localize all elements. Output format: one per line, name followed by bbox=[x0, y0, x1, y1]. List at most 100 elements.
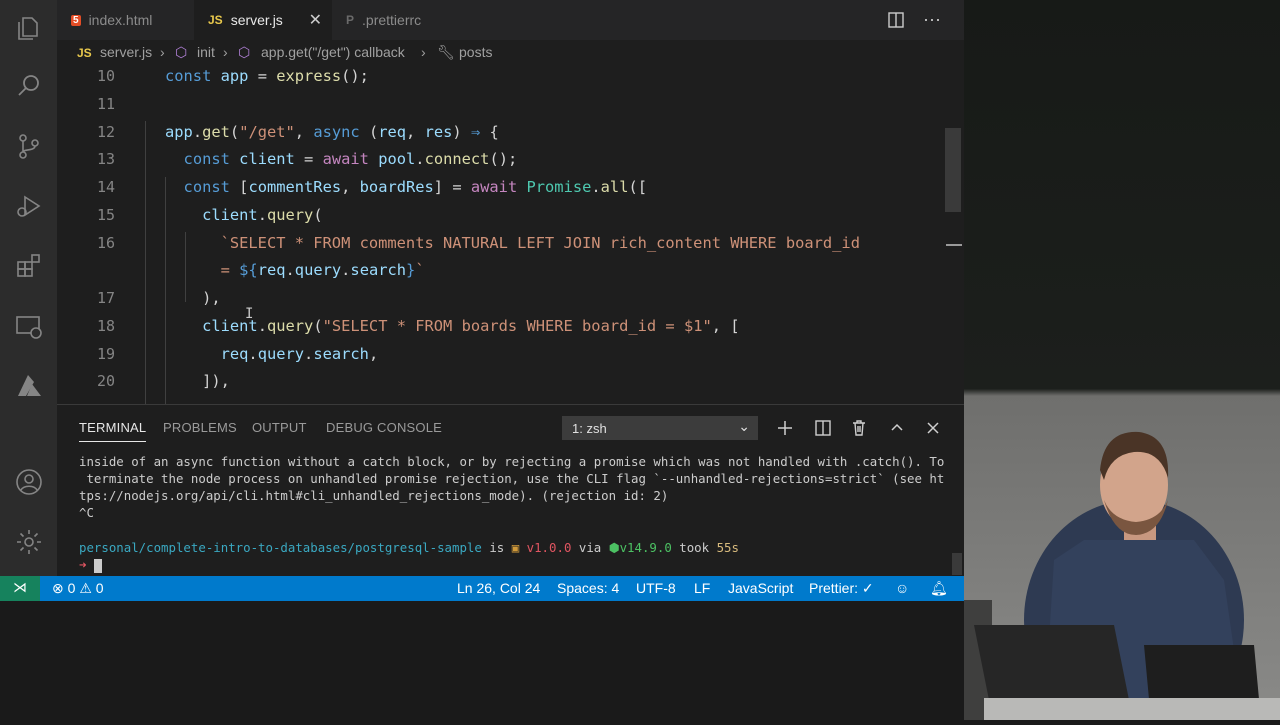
html-file-icon: 5 bbox=[71, 14, 81, 26]
split-editor-icon[interactable] bbox=[887, 11, 905, 29]
close-tab-icon[interactable]: ✕ bbox=[309, 10, 322, 30]
editor-tab-bar: 5 index.html JS server.js ✕ P .prettierr… bbox=[57, 0, 964, 40]
line-number: 16 bbox=[96, 233, 115, 252]
split-terminal-icon[interactable] bbox=[814, 419, 832, 437]
breadcrumb: JS server.js › ⬡ init › ⬡ app.get("/get"… bbox=[57, 40, 964, 66]
status-bar: ⋊ ⊗ 0 ⚠ 0 Ln 26, Col 24 Spaces: 4 UTF-8 … bbox=[0, 576, 964, 601]
tab-terminal[interactable]: TERMINAL bbox=[79, 420, 147, 442]
code-editor[interactable]: 10 const app = express(); 11 12 app.get("/ge… bbox=[57, 66, 964, 404]
package-icon: ▣ bbox=[511, 540, 520, 555]
tab-prettierrc[interactable]: P .prettierrc bbox=[332, 0, 472, 40]
chevron-right-icon: › bbox=[160, 44, 165, 60]
prompt-node-version: v14.9.0 bbox=[619, 540, 672, 555]
extensions-icon[interactable] bbox=[13, 250, 45, 282]
indentation[interactable]: Spaces: 4 bbox=[557, 580, 619, 596]
code-line[interactable]: ), bbox=[165, 289, 221, 307]
js-file-icon: JS bbox=[77, 46, 92, 60]
chevron-right-icon: › bbox=[421, 44, 426, 60]
breadcrumb-posts[interactable]: posts bbox=[459, 44, 492, 60]
indent-guide bbox=[145, 121, 146, 404]
tab-server-js[interactable]: JS server.js ✕ bbox=[194, 0, 332, 40]
code-line[interactable]: const [commentRes, boardRes] = await Pro… bbox=[165, 178, 647, 196]
scrollbar-marker bbox=[946, 244, 962, 246]
editor-scrollbar[interactable] bbox=[945, 128, 961, 212]
terminal-select-value: 1: zsh bbox=[572, 420, 607, 436]
activity-bar bbox=[0, 0, 57, 576]
code-line[interactable]: app.get("/get", async (req, res) ⇒ { bbox=[165, 123, 499, 141]
tab-problems[interactable]: PROBLEMS bbox=[163, 420, 237, 435]
terminal-line: terminate the node process on unhandled … bbox=[79, 471, 945, 486]
cursor-position[interactable]: Ln 26, Col 24 bbox=[457, 580, 540, 596]
symbol-method-icon: ⬡ bbox=[238, 44, 251, 60]
code-line[interactable]: req.query.search, bbox=[165, 345, 379, 363]
terminal-select[interactable]: 1: zsh ⌄ bbox=[562, 416, 758, 440]
breadcrumb-init[interactable]: init bbox=[197, 44, 215, 60]
account-icon[interactable] bbox=[13, 466, 45, 498]
prompt-time: 55s bbox=[716, 540, 739, 555]
error-icon: ⊗ bbox=[52, 580, 64, 596]
feedback-icon[interactable]: ☺ bbox=[895, 580, 909, 596]
tab-index-html[interactable]: 5 index.html bbox=[57, 0, 194, 40]
trash-icon[interactable] bbox=[850, 419, 868, 437]
problems-indicator[interactable]: ⊗ 0 ⚠ 0 bbox=[52, 580, 104, 597]
more-actions-icon[interactable]: ··· bbox=[923, 9, 941, 30]
search-icon[interactable] bbox=[13, 70, 45, 102]
breadcrumb-callback[interactable]: app.get("/get") callback bbox=[261, 44, 405, 60]
line-number: 13 bbox=[96, 150, 115, 169]
prettier-status[interactable]: Prettier: ✓ bbox=[809, 580, 874, 597]
symbol-method-icon: ⬡ bbox=[175, 44, 188, 60]
bottom-panel: TERMINAL PROBLEMS OUTPUT DEBUG CONSOLE 1… bbox=[57, 404, 964, 577]
notifications-bell-icon[interactable]: 🔔︎ bbox=[930, 580, 948, 597]
close-panel-icon[interactable] bbox=[924, 419, 942, 437]
chevron-down-icon: ⌄ bbox=[738, 418, 750, 434]
code-line[interactable]: client.query( bbox=[165, 206, 323, 224]
prompt-arrow-icon: ➜ bbox=[79, 557, 87, 572]
chevron-up-icon[interactable] bbox=[888, 419, 906, 437]
settings-gear-icon[interactable] bbox=[13, 526, 45, 558]
remote-icon: ⋊ bbox=[13, 579, 27, 595]
tab-debug-console[interactable]: DEBUG CONSOLE bbox=[326, 420, 442, 435]
js-file-icon: JS bbox=[208, 13, 223, 27]
language-mode[interactable]: JavaScript bbox=[728, 580, 793, 596]
tab-label: server.js bbox=[230, 12, 283, 28]
code-line[interactable]: `SELECT * FROM comments NATURAL LEFT JOI… bbox=[165, 234, 860, 252]
explorer-icon[interactable] bbox=[13, 10, 45, 42]
code-line[interactable]: ]), bbox=[165, 372, 230, 390]
encoding[interactable]: UTF-8 bbox=[636, 580, 676, 596]
presenter-video bbox=[792, 0, 1280, 725]
tab-label: .prettierrc bbox=[362, 12, 422, 28]
tab-label: index.html bbox=[88, 12, 153, 28]
indent-guide bbox=[165, 177, 166, 404]
line-number: 19 bbox=[96, 344, 115, 363]
code-line[interactable]: const client = await pool.connect(); bbox=[165, 150, 518, 168]
indent-guide bbox=[185, 232, 186, 302]
line-number: 17 bbox=[96, 289, 115, 307]
prompt-is: is bbox=[489, 540, 505, 555]
prompt-via: via bbox=[578, 540, 602, 555]
line-number: 20 bbox=[96, 372, 115, 391]
line-number: 15 bbox=[96, 205, 115, 224]
tab-output[interactable]: OUTPUT bbox=[252, 420, 307, 435]
azure-icon[interactable] bbox=[13, 370, 45, 402]
source-control-icon[interactable] bbox=[13, 130, 45, 162]
terminal-input-line[interactable]: ➜ bbox=[79, 557, 102, 573]
line-number: 11 bbox=[96, 94, 115, 113]
breadcrumb-file[interactable]: server.js bbox=[100, 44, 152, 60]
run-debug-icon[interactable] bbox=[13, 190, 45, 222]
line-number: 10 bbox=[96, 67, 115, 85]
code-line[interactable]: const app = express(); bbox=[165, 67, 369, 85]
prompt-path: personal/complete-intro-to-databases/pos… bbox=[79, 540, 482, 555]
remote-indicator[interactable]: ⋊ bbox=[0, 576, 40, 601]
error-count: 0 bbox=[67, 580, 76, 596]
mouse-text-cursor: I bbox=[245, 306, 254, 322]
chevron-right-icon: › bbox=[223, 44, 228, 60]
end-of-line[interactable]: LF bbox=[694, 580, 710, 596]
remote-explorer-icon[interactable] bbox=[13, 310, 45, 342]
terminal-scrollbar[interactable] bbox=[952, 553, 962, 575]
vscode-window: 5 index.html JS server.js ✕ P .prettierr… bbox=[0, 0, 964, 601]
line-number: 14 bbox=[96, 178, 115, 196]
terminal-line: ^C bbox=[79, 505, 94, 520]
code-line[interactable]: = ${req.query.search}` bbox=[165, 261, 425, 279]
terminal-line: inside of an async function without a ca… bbox=[79, 454, 945, 469]
new-terminal-icon[interactable] bbox=[776, 419, 794, 437]
